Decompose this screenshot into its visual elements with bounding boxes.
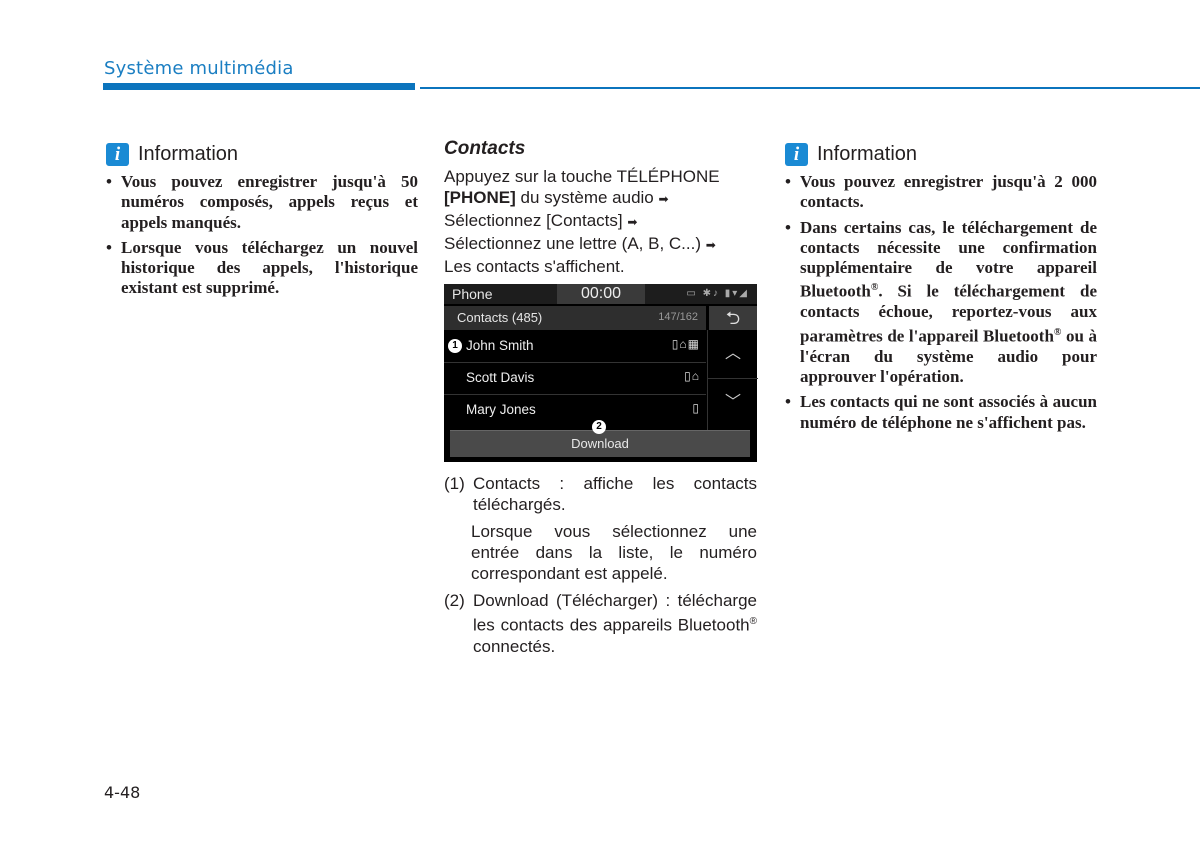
callout-1: 1 bbox=[448, 339, 462, 353]
phone-type-icons: ▯⌂ bbox=[684, 369, 700, 383]
info-heading: i Information bbox=[106, 143, 418, 166]
contacts-instructions: Appuyez sur la touche TÉLÉPHONE [PHONE] … bbox=[444, 166, 757, 277]
phone-type-icons: ▯⌂▦ bbox=[671, 337, 700, 351]
info-bullet-list: Vous pouvez enregistrer jusqu'à 50 numér… bbox=[106, 172, 418, 299]
arrow-icon: ➡ bbox=[627, 215, 638, 229]
contacts-section: Contacts Appuyez sur la touche TÉLÉPHONE… bbox=[444, 138, 757, 277]
contact-row[interactable]: Mary Jones ▯ bbox=[444, 395, 706, 426]
phone-contacts-screen: Phone 00:00 ▭ ✱♪ ▮▾◢ Contacts (485) 147/… bbox=[444, 284, 758, 462]
contacts-heading: Contacts bbox=[444, 138, 526, 159]
scroll-down-button[interactable]: ﹀ bbox=[708, 379, 758, 427]
legend-text: Download (Télécharger) : télécharge les … bbox=[473, 590, 757, 657]
info-bullet: Vous pouvez enregistrer jusqu'à 50 numér… bbox=[106, 172, 418, 233]
contact-name: Scott Davis bbox=[466, 370, 535, 385]
download-button[interactable]: Download bbox=[450, 430, 750, 457]
contact-name: John Smith bbox=[466, 338, 534, 353]
clock: 00:00 bbox=[557, 284, 645, 304]
info-icon: i bbox=[785, 143, 808, 166]
instruction-text: Appuyez sur la touche TÉLÉPHONE bbox=[444, 167, 720, 186]
instruction-text: Sélectionnez [Contacts] bbox=[444, 211, 628, 230]
contact-name: Mary Jones bbox=[466, 402, 536, 417]
callout-2: 2 bbox=[592, 420, 606, 434]
legend-text: Contacts : affiche les contacts téléchar… bbox=[473, 474, 757, 514]
contacts-list-title: Contacts (485) bbox=[457, 310, 543, 325]
page-number: 4-48 bbox=[104, 783, 141, 802]
contact-row[interactable]: Scott Davis ▯⌂ bbox=[444, 363, 706, 395]
info-bullet: Dans certains cas, le téléchargement de … bbox=[785, 218, 1097, 388]
status-bar: Phone 00:00 ▭ ✱♪ ▮▾◢ bbox=[444, 284, 757, 304]
arrow-icon: ➡ bbox=[658, 192, 669, 206]
info-bullet-list: Vous pouvez enregistrer jusqu'à 2 000 co… bbox=[785, 172, 1097, 433]
contacts-list-header: Contacts (485) 147/162 bbox=[444, 306, 706, 330]
info-bullet: Les contacts qui ne sont associés à aucu… bbox=[785, 392, 1097, 433]
info-title: Information bbox=[817, 143, 918, 165]
section-title: Système multimédia bbox=[104, 58, 294, 79]
legend-number: (1) bbox=[444, 474, 465, 493]
phone-key-label: [PHONE] bbox=[444, 188, 516, 207]
legend-item: (2) Download (Télécharger) : télécharge … bbox=[444, 590, 757, 657]
legend-number: (2) bbox=[444, 591, 465, 610]
arrow-icon: ➡ bbox=[705, 238, 716, 252]
status-icons: ▭ ✱♪ ▮▾◢ bbox=[686, 288, 749, 299]
info-heading: i Information bbox=[785, 143, 1097, 166]
scroll-up-button[interactable]: ︿ bbox=[708, 330, 758, 379]
instruction-text: Sélectionnez une lettre (A, B, C...) bbox=[444, 234, 706, 253]
back-button[interactable]: ⮌ bbox=[709, 306, 757, 330]
scroll-controls: ︿ ﹀ bbox=[707, 330, 758, 430]
phone-type-icons: ▯ bbox=[692, 401, 700, 415]
header-rule-thick bbox=[103, 83, 415, 90]
registered-mark: ® bbox=[749, 616, 757, 627]
header-rule-thin bbox=[420, 87, 1200, 89]
legend-text-part: Download (Télécharger) : télécharge les … bbox=[473, 591, 757, 635]
legend-item: (1) Contacts : affiche les contacts télé… bbox=[444, 473, 757, 515]
contacts-list-count: 147/162 bbox=[658, 311, 698, 323]
info-icon: i bbox=[106, 143, 129, 166]
legend-text-part: connectés. bbox=[473, 636, 556, 656]
right-info-box: i Information Vous pouvez enregistrer ju… bbox=[785, 143, 1097, 438]
legend-subtext: Lorsque vous sélectionnez une entrée dan… bbox=[471, 522, 757, 583]
info-title: Information bbox=[138, 143, 239, 165]
info-bullet: Vous pouvez enregistrer jusqu'à 2 000 co… bbox=[785, 172, 1097, 213]
instruction-text: du système audio bbox=[515, 188, 659, 207]
screen-legend: (1) Contacts : affiche les contacts télé… bbox=[444, 473, 757, 663]
contact-row[interactable]: 1 John Smith ▯⌂▦ bbox=[444, 331, 706, 363]
screen-title: Phone bbox=[452, 286, 493, 302]
left-info-box: i Information Vous pouvez enregistrer ju… bbox=[106, 143, 418, 304]
info-bullet: Lorsque vous téléchargez un nouvel histo… bbox=[106, 238, 418, 299]
instruction-text: Les contacts s'affichent. bbox=[444, 257, 625, 276]
